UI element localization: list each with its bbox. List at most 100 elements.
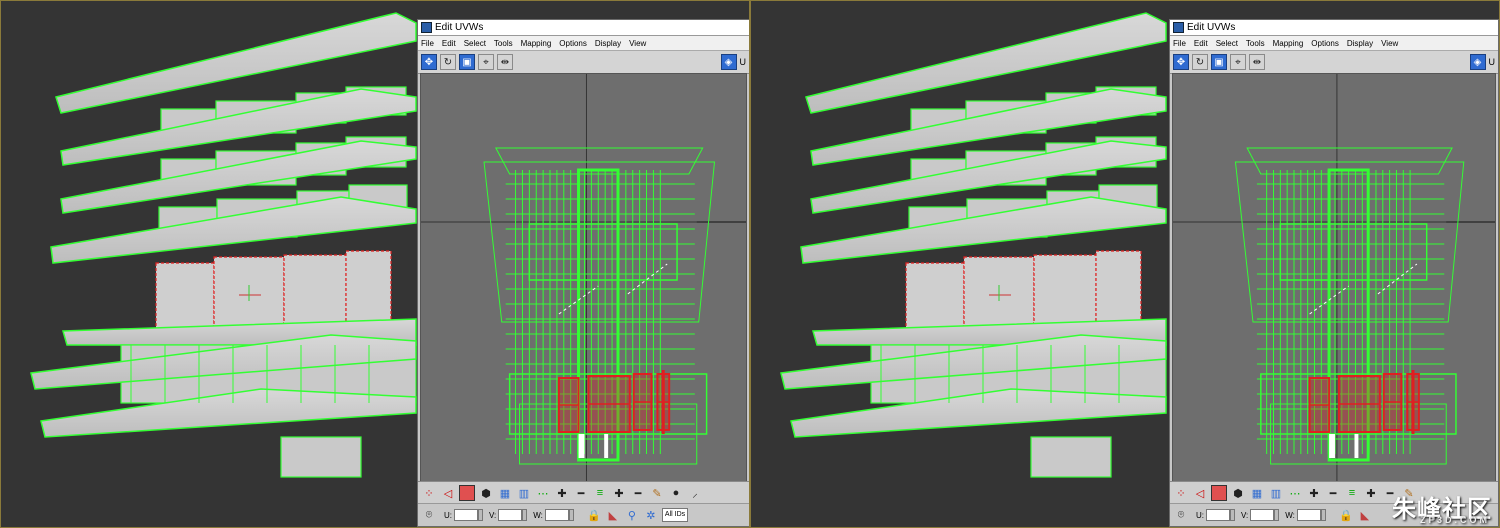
scale-icon[interactable]: ▣: [1211, 54, 1227, 70]
selected-box: [283, 254, 347, 332]
menu-file[interactable]: File: [421, 39, 434, 48]
ring-icon[interactable]: ≡: [1344, 485, 1360, 501]
v-spinner[interactable]: [522, 509, 528, 521]
menu-bar: File Edit Select Tools Mapping Options D…: [418, 36, 749, 51]
pin-icon[interactable]: ⚲: [624, 507, 640, 523]
ramp-slab: [790, 388, 1167, 438]
filter-icon[interactable]: ✲: [643, 507, 659, 523]
u-spinner[interactable]: [478, 509, 483, 521]
w-spinner[interactable]: [568, 509, 574, 521]
lock-icon[interactable]: 🔒: [586, 507, 602, 523]
edge-mode-icon[interactable]: ◁: [440, 485, 456, 501]
freeform-icon[interactable]: ⌖: [1230, 54, 1246, 70]
edge-loop-icon[interactable]: ⋯: [1287, 485, 1303, 501]
u-input[interactable]: [454, 509, 478, 521]
vertex-mode-icon[interactable]: ⁘: [1173, 485, 1189, 501]
menu-tools[interactable]: Tools: [1246, 39, 1265, 48]
base-block: [280, 436, 362, 478]
vertex-mode-icon[interactable]: ⁘: [421, 485, 437, 501]
menu-tools[interactable]: Tools: [494, 39, 513, 48]
menu-view[interactable]: View: [629, 39, 646, 48]
select-by-element-icon[interactable]: ▦: [1249, 485, 1265, 501]
texture-checker-icon[interactable]: ◈: [1469, 54, 1486, 70]
grow-shrink-icon[interactable]: ▥: [1268, 485, 1284, 501]
uv-highlight: [604, 434, 609, 458]
u-spinner[interactable]: [1230, 509, 1235, 521]
edit-uvws-window: Edit UVWs File Edit Select Tools Mapping…: [1169, 19, 1499, 527]
brush-size-down-icon[interactable]: ⸝: [687, 485, 703, 501]
edit-uvws-window: Edit UVWs File Edit Select Tools Mapping…: [417, 19, 749, 527]
v-spinner[interactable]: [1274, 509, 1280, 521]
freeform-icon[interactable]: ⌖: [478, 54, 494, 70]
truncated-label: U: [739, 57, 747, 67]
menu-mapping[interactable]: Mapping: [521, 39, 552, 48]
brush-size-up-icon[interactable]: ●: [668, 485, 684, 501]
menu-file[interactable]: File: [1173, 39, 1186, 48]
rotate-icon[interactable]: ↻: [1192, 54, 1208, 70]
window-icon: [1173, 22, 1184, 33]
rotate-icon[interactable]: ↻: [440, 54, 456, 70]
viewport-panel-before: Edit UVWs File Edit Select Tools Mapping…: [0, 0, 750, 528]
shrink-ring-icon[interactable]: ━: [630, 485, 646, 501]
selected-box: [1095, 250, 1142, 332]
selection-toolbar: ⁘ ◁ ⬢ ▦ ▥ ⋯ ✚ ━ ≡ ✚ ━ ✎ ● ⸝: [418, 481, 749, 504]
edge-mode-icon[interactable]: ◁: [1192, 485, 1208, 501]
shrink-selection-icon[interactable]: ━: [573, 485, 589, 501]
menu-edit[interactable]: Edit: [1194, 39, 1208, 48]
edge-loop-icon[interactable]: ⋯: [535, 485, 551, 501]
ids-dropdown[interactable]: All IDs: [661, 508, 689, 522]
w-spinner[interactable]: [1320, 509, 1326, 521]
status-bar: ⌾ U: V: W: 🔒 ◣ ⚲ ✲ All IDs: [418, 503, 749, 526]
element-mode-icon[interactable]: ⬢: [478, 485, 494, 501]
select-by-element-icon[interactable]: ▦: [497, 485, 513, 501]
menu-select[interactable]: Select: [464, 39, 486, 48]
title-bar: Edit UVWs: [1170, 20, 1498, 36]
grow-selection-icon[interactable]: ✚: [1306, 485, 1322, 501]
scale-icon[interactable]: ▣: [459, 54, 475, 70]
selected-box: [155, 262, 215, 330]
element-mode-icon[interactable]: ⬢: [1230, 485, 1246, 501]
uv-editor-canvas[interactable]: [1172, 73, 1496, 503]
move-icon[interactable]: ✥: [1173, 54, 1189, 70]
menu-options[interactable]: Options: [559, 39, 587, 48]
window-title: Edit UVWs: [1187, 22, 1236, 33]
v-input[interactable]: [498, 509, 523, 521]
grow-ring-icon[interactable]: ✚: [611, 485, 627, 501]
selected-box: [1033, 254, 1097, 332]
w-input[interactable]: [1296, 509, 1321, 521]
base-block: [1030, 436, 1112, 478]
paint-select-icon[interactable]: ✎: [649, 485, 665, 501]
uv-highlight: [1329, 434, 1335, 458]
hide-icon[interactable]: ◣: [1357, 507, 1373, 523]
uv-highlight: [578, 434, 585, 458]
grow-shrink-icon[interactable]: ▥: [516, 485, 532, 501]
absolute-mode-icon[interactable]: ⌾: [421, 507, 437, 523]
ring-icon[interactable]: ≡: [592, 485, 608, 501]
selected-box: [905, 262, 965, 330]
hide-icon[interactable]: ◣: [605, 507, 621, 523]
face-mode-icon[interactable]: [459, 485, 475, 501]
menu-mapping[interactable]: Mapping: [1273, 39, 1304, 48]
uv-shell: [528, 223, 678, 281]
grow-selection-icon[interactable]: ✚: [554, 485, 570, 501]
lock-icon[interactable]: 🔒: [1338, 507, 1354, 523]
mirror-icon[interactable]: ⇹: [1249, 54, 1265, 70]
grow-ring-icon[interactable]: ✚: [1363, 485, 1379, 501]
texture-checker-icon[interactable]: ◈: [720, 54, 737, 70]
menu-display[interactable]: Display: [1347, 39, 1373, 48]
uv-editor-canvas[interactable]: [420, 73, 747, 503]
v-input[interactable]: [1250, 509, 1275, 521]
w-input[interactable]: [544, 509, 569, 521]
menu-display[interactable]: Display: [595, 39, 621, 48]
truncated-label: U: [1488, 57, 1496, 67]
menu-view[interactable]: View: [1381, 39, 1398, 48]
face-mode-icon[interactable]: [1211, 485, 1227, 501]
mirror-icon[interactable]: ⇹: [497, 54, 513, 70]
menu-edit[interactable]: Edit: [442, 39, 456, 48]
menu-options[interactable]: Options: [1311, 39, 1339, 48]
u-input[interactable]: [1206, 509, 1230, 521]
absolute-mode-icon[interactable]: ⌾: [1173, 507, 1189, 523]
menu-select[interactable]: Select: [1216, 39, 1238, 48]
shrink-selection-icon[interactable]: ━: [1325, 485, 1341, 501]
move-icon[interactable]: ✥: [421, 54, 437, 70]
